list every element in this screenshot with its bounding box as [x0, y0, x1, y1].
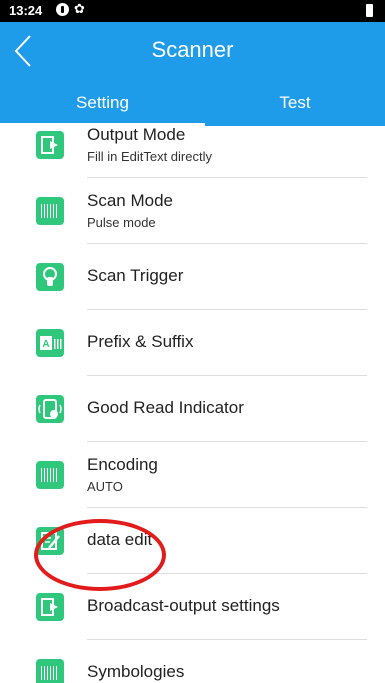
- tab-test[interactable]: Test: [205, 80, 385, 126]
- settings-list[interactable]: Output Mode Fill in EditText directly Sc…: [0, 126, 385, 683]
- item-title: data edit: [87, 530, 153, 549]
- item-subtitle: Fill in EditText directly: [87, 149, 212, 164]
- item-title: Broadcast-output settings: [87, 596, 280, 615]
- notification-icon: [56, 3, 69, 16]
- item-title: Encoding: [87, 455, 158, 474]
- list-item-scan-trigger[interactable]: Scan Trigger: [0, 244, 385, 310]
- barcode-icon: [36, 197, 64, 225]
- list-item-good-read-indicator[interactable]: Good Read Indicator: [0, 376, 385, 442]
- trigger-icon: [36, 263, 64, 291]
- item-title: Symbologies: [87, 662, 185, 681]
- encoding-icon: [36, 461, 64, 489]
- item-title: Prefix & Suffix: [87, 332, 194, 351]
- output-icon: [36, 131, 64, 159]
- list-item-prefix-suffix[interactable]: A Prefix & Suffix: [0, 310, 385, 376]
- data-edit-icon: [36, 527, 64, 555]
- list-item-scan-mode[interactable]: Scan Mode Pulse mode: [0, 178, 385, 244]
- item-title: Scan Mode: [87, 191, 173, 210]
- list-item-data-edit[interactable]: data edit: [0, 508, 385, 574]
- broadcast-icon: [36, 593, 64, 621]
- settings-status-icon: ✿: [74, 1, 85, 16]
- item-subtitle: AUTO: [87, 479, 123, 494]
- item-title: Scan Trigger: [87, 266, 184, 285]
- svg-text:A: A: [42, 339, 49, 350]
- tab-bar: Setting Test: [0, 80, 385, 126]
- item-subtitle: Pulse mode: [87, 215, 156, 230]
- battery-icon: [366, 4, 373, 17]
- app-bar: Scanner: [0, 22, 385, 80]
- symbology-icon: [36, 659, 64, 683]
- list-item-broadcast-output[interactable]: Broadcast-output settings: [0, 574, 385, 640]
- status-bar: 13:24 ✿: [0, 0, 385, 22]
- prefix-suffix-icon: A: [36, 329, 64, 357]
- list-item-symbologies[interactable]: Symbologies: [0, 640, 385, 683]
- app-title: Scanner: [151, 37, 234, 62]
- list-item-output-mode[interactable]: Output Mode Fill in EditText directly: [0, 126, 385, 178]
- item-title: Output Mode: [87, 126, 186, 144]
- item-title: Good Read Indicator: [87, 398, 244, 417]
- list-item-encoding[interactable]: Encoding AUTO: [0, 442, 385, 508]
- status-time: 13:24: [9, 3, 43, 18]
- tab-setting[interactable]: Setting: [0, 80, 205, 126]
- good-read-icon: [36, 395, 64, 423]
